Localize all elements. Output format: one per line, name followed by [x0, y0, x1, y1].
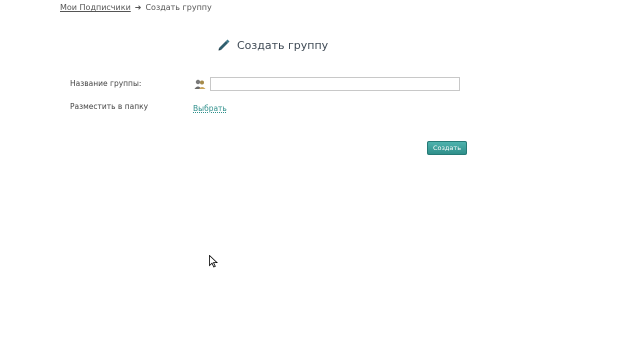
page-title-text: Создать группу	[237, 38, 329, 52]
mouse-pointer-icon	[209, 255, 218, 268]
create-group-page: Мои Подписчики ➜ Создать группу Создать …	[0, 0, 640, 360]
arrow-right-icon: ➜	[134, 3, 142, 12]
pencil-icon	[218, 39, 230, 51]
breadcrumb: Мои Подписчики ➜ Создать группу	[60, 3, 212, 12]
breadcrumb-current: Создать группу	[145, 3, 212, 12]
page-title: Создать группу	[217, 38, 328, 52]
group-name-label: Название группы:	[70, 79, 142, 88]
group-name-input[interactable]	[210, 77, 460, 91]
folder-label: Разместить в папку	[70, 102, 149, 111]
choose-folder-link[interactable]: Выбрать	[193, 104, 227, 113]
create-button[interactable]: Создать	[427, 141, 467, 155]
breadcrumb-link-subscribers[interactable]: Мои Подписчики	[60, 3, 131, 12]
group-icon	[194, 79, 206, 89]
